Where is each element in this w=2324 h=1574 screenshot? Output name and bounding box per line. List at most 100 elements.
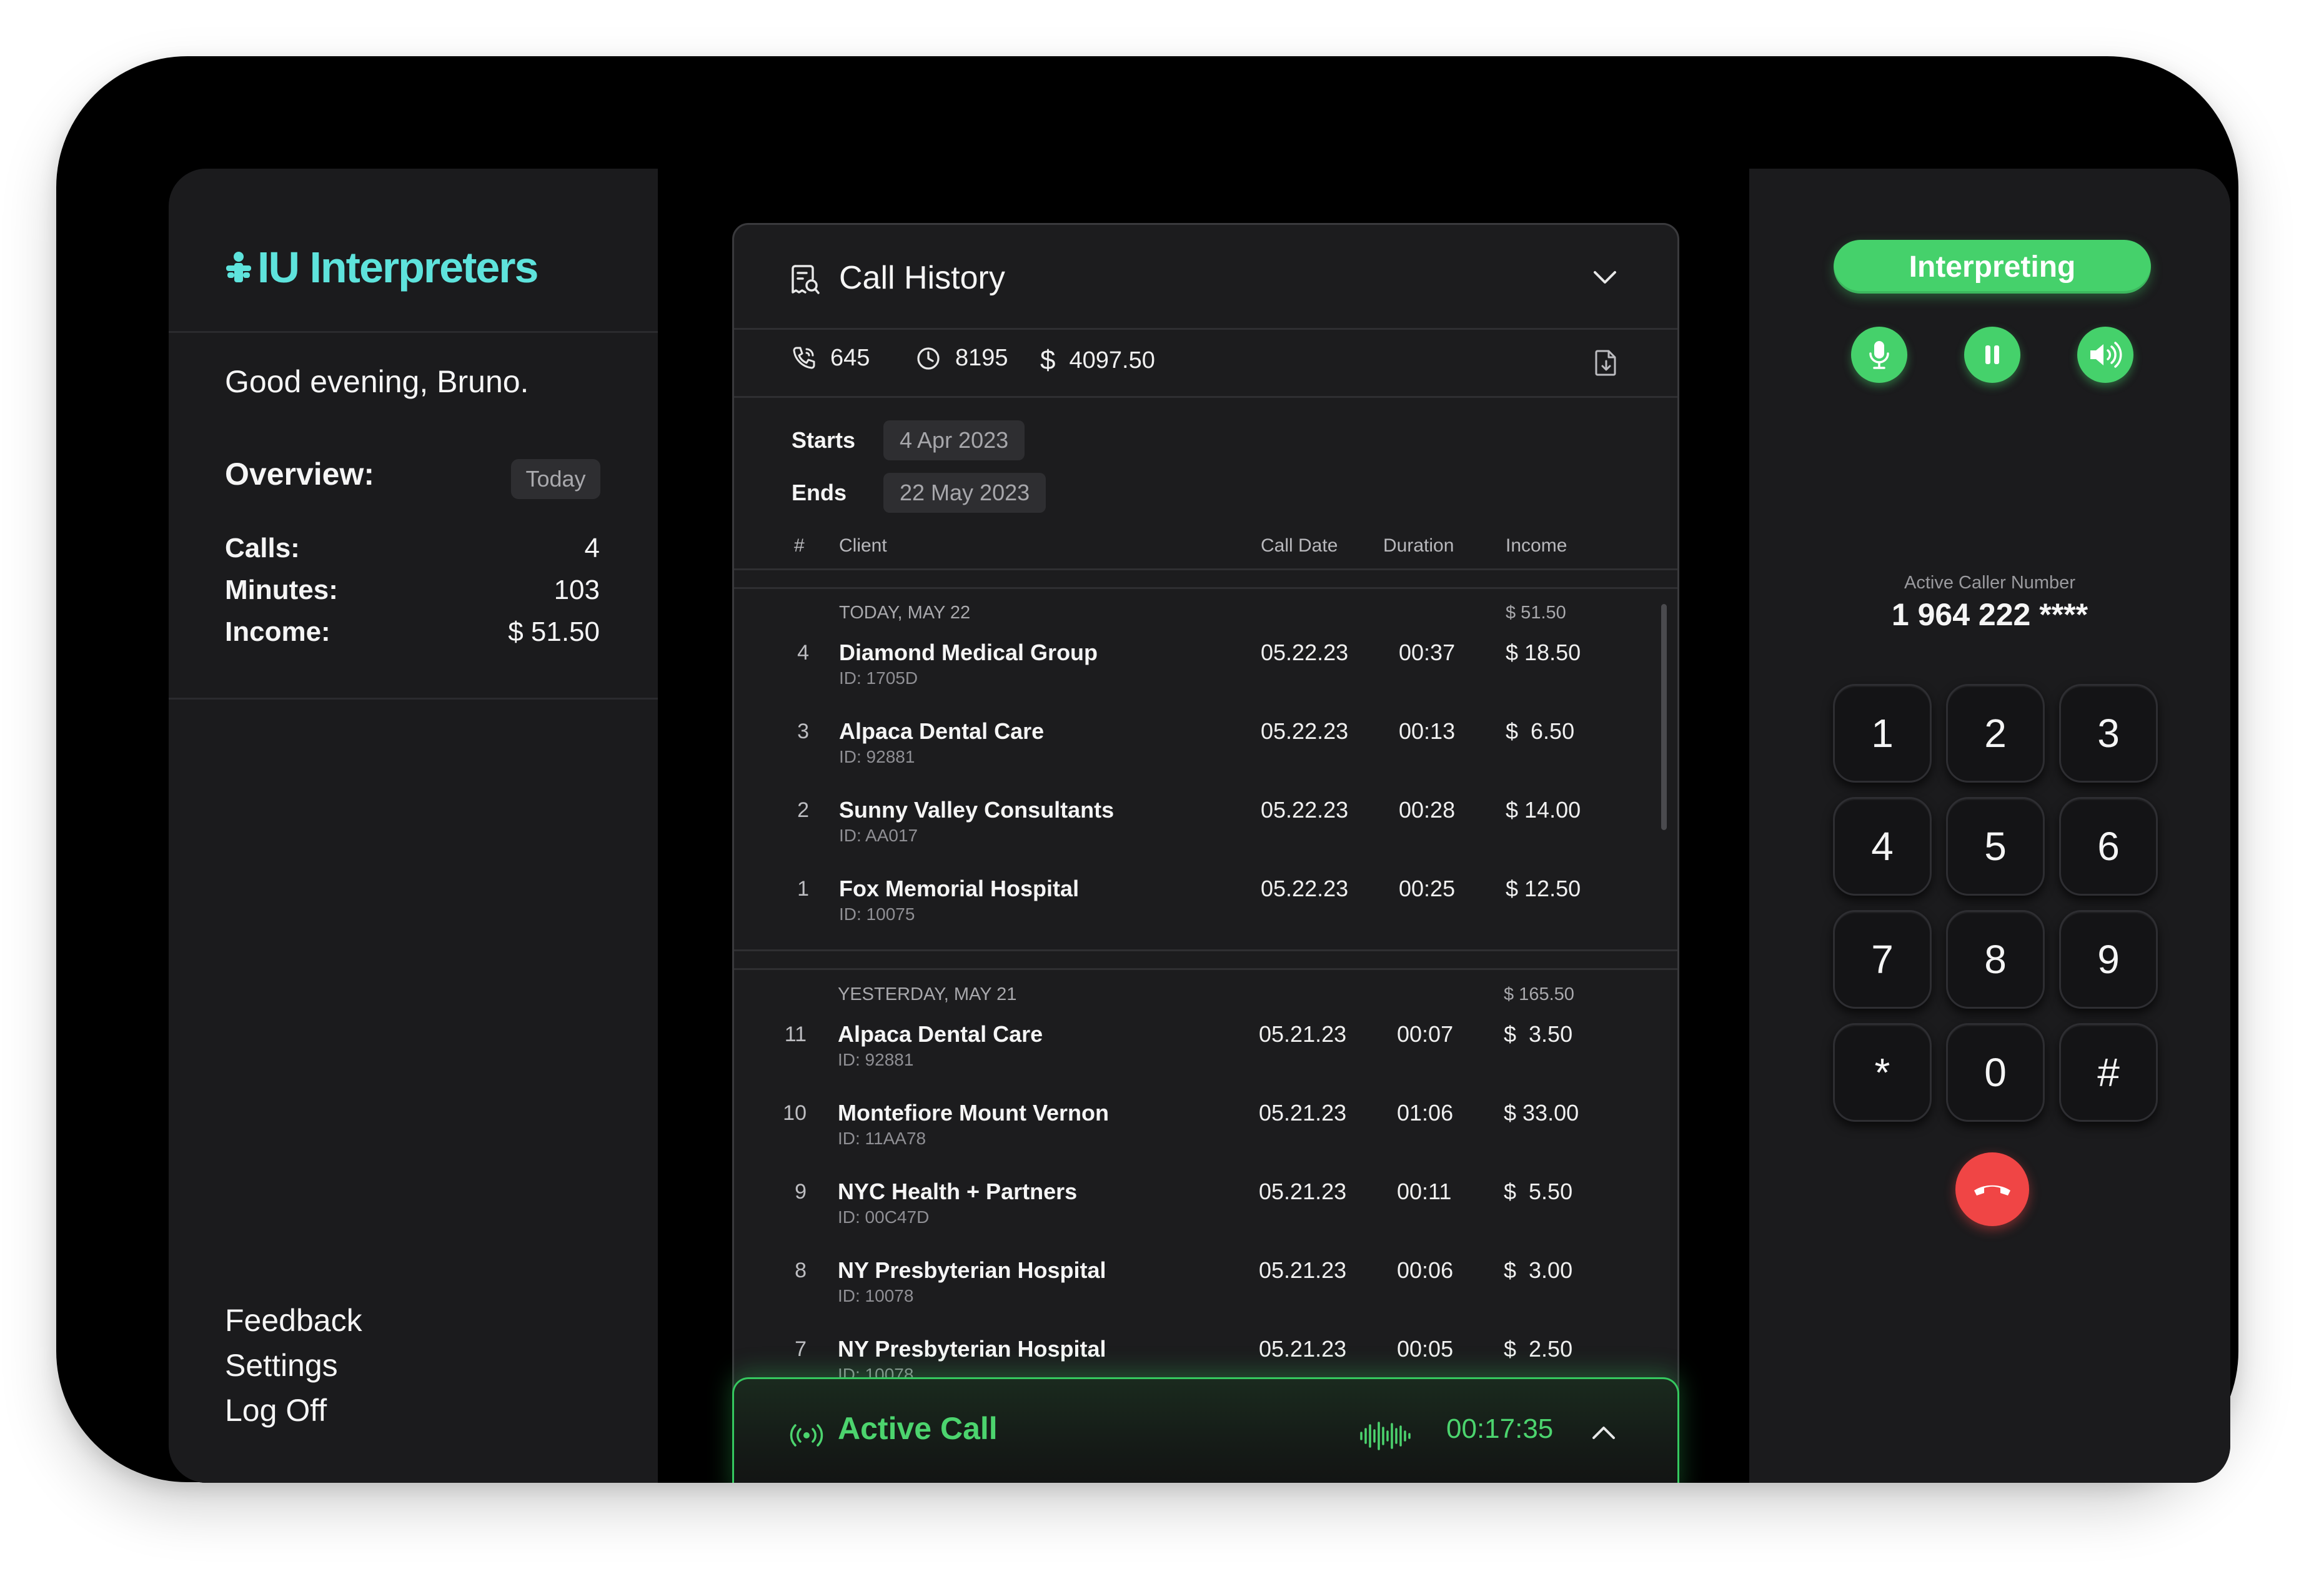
row-client: Sunny Valley Consultants xyxy=(839,797,1115,823)
row-duration: 01:06 xyxy=(1397,1100,1454,1126)
row-date: 05.21.23 xyxy=(1259,1257,1347,1283)
active-call-label: Active Call xyxy=(838,1411,998,1446)
chevron-up-icon[interactable] xyxy=(1590,1424,1617,1443)
row-client-id: ID: 00C47D xyxy=(838,1207,930,1227)
keypad-key-hash[interactable]: # xyxy=(2059,1023,2158,1122)
hang-up-button[interactable] xyxy=(1955,1152,2029,1226)
row-duration: 00:06 xyxy=(1397,1257,1454,1283)
greeting-text: Good evening, Bruno. xyxy=(225,364,529,399)
keypad-key-0[interactable]: 0 xyxy=(1946,1023,2045,1122)
stat-value: $ 51.50 xyxy=(508,616,600,647)
row-number: 2 xyxy=(797,798,809,822)
call-timer: 00:17:35 xyxy=(1446,1413,1554,1444)
sidebar: IU Interpreters Good evening, Bruno. Ove… xyxy=(169,169,658,1483)
row-client-id: ID: 10078 xyxy=(838,1286,914,1305)
row-date: 05.21.23 xyxy=(1259,1179,1347,1204)
row-client: Alpaca Dental Care xyxy=(838,1021,1043,1047)
row-client-id: ID: 1705D xyxy=(839,668,918,688)
row-number: 8 xyxy=(795,1259,807,1282)
row-number: 9 xyxy=(795,1180,807,1204)
panel-header[interactable]: Call History xyxy=(734,225,1677,328)
keypad-key-1[interactable]: 1 xyxy=(1833,684,1932,783)
group-total: $ 51.50 xyxy=(1506,603,1566,623)
caller-number: 1 964 222 **** xyxy=(1891,597,2088,632)
settings-link[interactable]: Settings xyxy=(225,1347,338,1383)
column-header-date[interactable]: Call Date xyxy=(1261,535,1338,557)
pause-button[interactable] xyxy=(1964,327,2020,383)
table-header-divider xyxy=(734,568,1677,570)
scrollbar[interactable] xyxy=(1661,604,1667,830)
speaker-icon xyxy=(2090,342,2122,368)
stat-income: Income: $ 51.50 xyxy=(225,616,600,648)
interpreting-status-button[interactable]: Interpreting xyxy=(1834,240,2151,294)
group-divider xyxy=(734,587,1677,589)
dialer-panel: Interpreting Active Caller Number 1 964 … xyxy=(1749,169,2230,1483)
row-client: NYC Health + Partners xyxy=(838,1179,1078,1204)
keypad-key-star[interactable]: * xyxy=(1833,1023,1932,1122)
stat-label: Calls: xyxy=(225,533,300,563)
feedback-link[interactable]: Feedback xyxy=(225,1302,362,1339)
speaker-button[interactable] xyxy=(2077,327,2133,383)
keypad-key-5[interactable]: 5 xyxy=(1946,797,2045,896)
stat-value: 103 xyxy=(554,575,600,605)
keypad-key-2[interactable]: 2 xyxy=(1946,684,2045,783)
header-divider xyxy=(734,328,1677,330)
export-document-icon[interactable] xyxy=(1595,349,1617,376)
summary-income-value: 4097.50 xyxy=(1069,347,1155,374)
summary-minutes-value: 8195 xyxy=(955,345,1008,371)
row-number: 7 xyxy=(795,1337,807,1361)
row-date: 05.22.23 xyxy=(1261,797,1349,823)
row-date: 05.21.23 xyxy=(1259,1021,1347,1047)
tablet-frame: IU Interpreters Good evening, Bruno. Ove… xyxy=(56,56,2238,1483)
keypad-key-6[interactable]: 6 xyxy=(2059,797,2158,896)
period-selector[interactable]: Today xyxy=(511,459,600,499)
mic-button[interactable] xyxy=(1851,327,1907,383)
column-header-duration[interactable]: Duration xyxy=(1383,535,1454,557)
row-income: $ 5.50 xyxy=(1504,1179,1573,1204)
group-total: $ 165.50 xyxy=(1504,984,1574,1004)
group-date-label: TODAY, MAY 22 xyxy=(839,603,971,623)
row-income: $ 14.00 xyxy=(1506,797,1581,823)
column-header-client[interactable]: Client xyxy=(839,535,887,557)
stat-minutes: Minutes: 103 xyxy=(225,575,600,606)
dollar-icon: $ xyxy=(1040,345,1056,375)
brand-name: IU Interpreters xyxy=(257,243,539,292)
column-header-income[interactable]: Income xyxy=(1506,535,1567,557)
brand-logo: IU Interpreters xyxy=(225,242,539,292)
row-client-id: ID: 92881 xyxy=(838,1050,914,1069)
row-client: NY Presbyterian Hospital xyxy=(838,1257,1106,1283)
keypad-key-7[interactable]: 7 xyxy=(1833,910,1932,1009)
row-income: $ 12.50 xyxy=(1506,876,1581,901)
broadcast-icon xyxy=(790,1424,823,1447)
clock-icon xyxy=(917,347,940,370)
keypad-key-8[interactable]: 8 xyxy=(1946,910,2045,1009)
row-number: 4 xyxy=(797,641,809,665)
person-logo-icon xyxy=(226,252,251,282)
row-client: Alpaca Dental Care xyxy=(839,718,1045,744)
starts-label: Starts xyxy=(792,427,856,453)
start-date-picker[interactable]: 4 Apr 2023 xyxy=(883,420,1025,460)
row-client: Fox Memorial Hospital xyxy=(839,876,1080,901)
row-income: $ 3.00 xyxy=(1504,1257,1573,1283)
end-date-picker[interactable]: 22 May 2023 xyxy=(883,473,1046,513)
row-number: 11 xyxy=(784,1022,807,1046)
row-client-id: ID: 10075 xyxy=(839,904,915,924)
phone-hangup-icon xyxy=(1974,1185,2010,1195)
row-number: 1 xyxy=(797,877,809,901)
waveform-icon xyxy=(1360,1422,1411,1450)
active-call-bar[interactable]: Active Call 00:17:35 xyxy=(732,1377,1679,1483)
keypad-key-3[interactable]: 3 xyxy=(2059,684,2158,783)
stat-value: 4 xyxy=(584,533,600,563)
log-off-link[interactable]: Log Off xyxy=(225,1392,327,1428)
keypad-key-4[interactable]: 4 xyxy=(1833,797,1932,896)
row-duration: 00:37 xyxy=(1399,640,1456,665)
summary-calls-value: 645 xyxy=(830,345,870,371)
row-date: 05.22.23 xyxy=(1261,876,1349,901)
caller-number-label: Active Caller Number xyxy=(1904,573,2075,593)
chevron-down-icon[interactable] xyxy=(1591,267,1619,286)
row-income: $ 6.50 xyxy=(1506,718,1575,744)
row-duration: 00:28 xyxy=(1399,797,1456,823)
row-number: 10 xyxy=(783,1101,807,1125)
sidebar-divider xyxy=(169,698,658,700)
keypad-key-9[interactable]: 9 xyxy=(2059,910,2158,1009)
